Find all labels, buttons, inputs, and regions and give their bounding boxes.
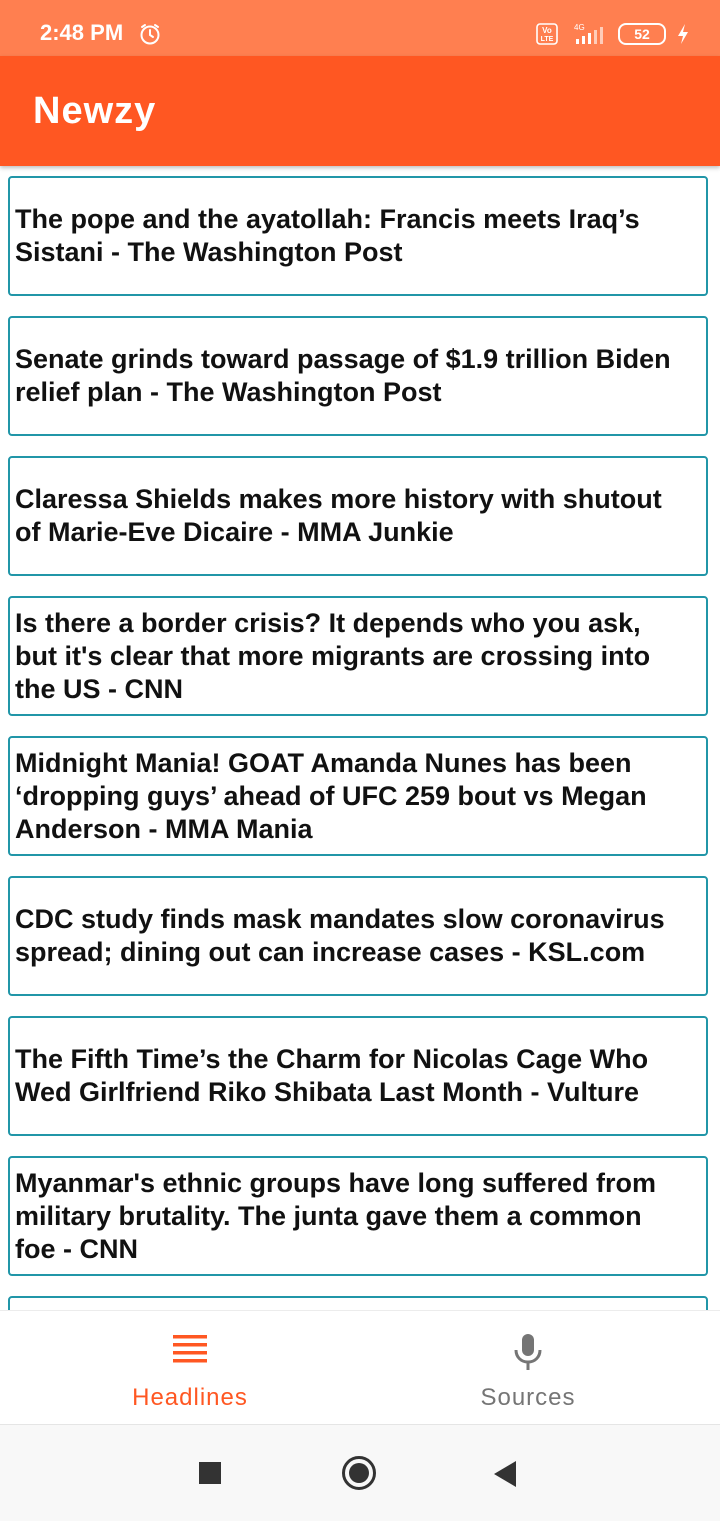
headline-card-partial[interactable] (8, 1296, 708, 1310)
app-bar: Newzy (0, 56, 720, 166)
signal-icon: 4G (574, 23, 603, 44)
headline-card[interactable]: Is there a border crisis? It depends who… (8, 596, 708, 716)
status-time: 2:48 PM (40, 20, 124, 45)
headline-text: Senate grinds toward passage of $1.9 tri… (15, 344, 671, 407)
recents-button[interactable] (199, 1462, 221, 1484)
charging-icon (678, 24, 688, 44)
headline-card[interactable]: Midnight Mania! GOAT Amanda Nunes has be… (8, 736, 708, 856)
alarm-icon (140, 24, 160, 45)
nav-item-sources[interactable]: Sources (348, 1311, 708, 1425)
svg-text:Vo: Vo (542, 26, 552, 35)
battery-indicator: 52 (618, 23, 666, 45)
headline-text: Claressa Shields makes more history with… (15, 484, 662, 547)
headline-text: CDC study finds mask mandates slow coron… (15, 904, 665, 967)
back-button[interactable] (494, 1461, 518, 1487)
app-title: Newzy (33, 90, 157, 132)
headline-card[interactable]: The pope and the ayatollah: Francis meet… (8, 176, 708, 296)
headline-list[interactable]: The pope and the ayatollah: Francis meet… (0, 166, 720, 1310)
headline-text: Myanmar's ethnic groups have long suffer… (15, 1167, 657, 1264)
headline-card[interactable]: Senate grinds toward passage of $1.9 tri… (8, 316, 708, 436)
headline-text: The Fifth Time’s the Charm for Nicolas C… (15, 1044, 649, 1107)
bottom-navigation: Headlines Sources (0, 1310, 720, 1425)
network-type: 4G (574, 23, 585, 32)
volte-icon: Vo LTE (536, 23, 558, 45)
svg-text:LTE: LTE (541, 36, 554, 43)
status-bar: 2:48 PM Vo LTE 4G 52 (0, 0, 720, 56)
headline-card[interactable]: Myanmar's ethnic groups have long suffer… (8, 1156, 708, 1276)
headline-card[interactable]: The Fifth Time’s the Charm for Nicolas C… (8, 1016, 708, 1136)
headline-card[interactable]: Claressa Shields makes more history with… (8, 456, 708, 576)
nav-item-headlines[interactable]: Headlines (10, 1311, 370, 1425)
battery-level: 52 (634, 26, 650, 42)
list-icon (173, 1335, 207, 1363)
home-button[interactable] (341, 1455, 377, 1491)
headline-card[interactable]: CDC study finds mask mandates slow coron… (8, 876, 708, 996)
microphone-icon (514, 1334, 542, 1370)
nav-label-headlines: Headlines (132, 1384, 248, 1411)
headline-text: The pope and the ayatollah: Francis meet… (15, 204, 640, 267)
headline-text: Is there a border crisis? It depends who… (15, 607, 651, 704)
system-navigation-bar (0, 1424, 720, 1521)
headline-text: Midnight Mania! GOAT Amanda Nunes has be… (15, 747, 647, 844)
nav-label-sources: Sources (480, 1384, 576, 1411)
